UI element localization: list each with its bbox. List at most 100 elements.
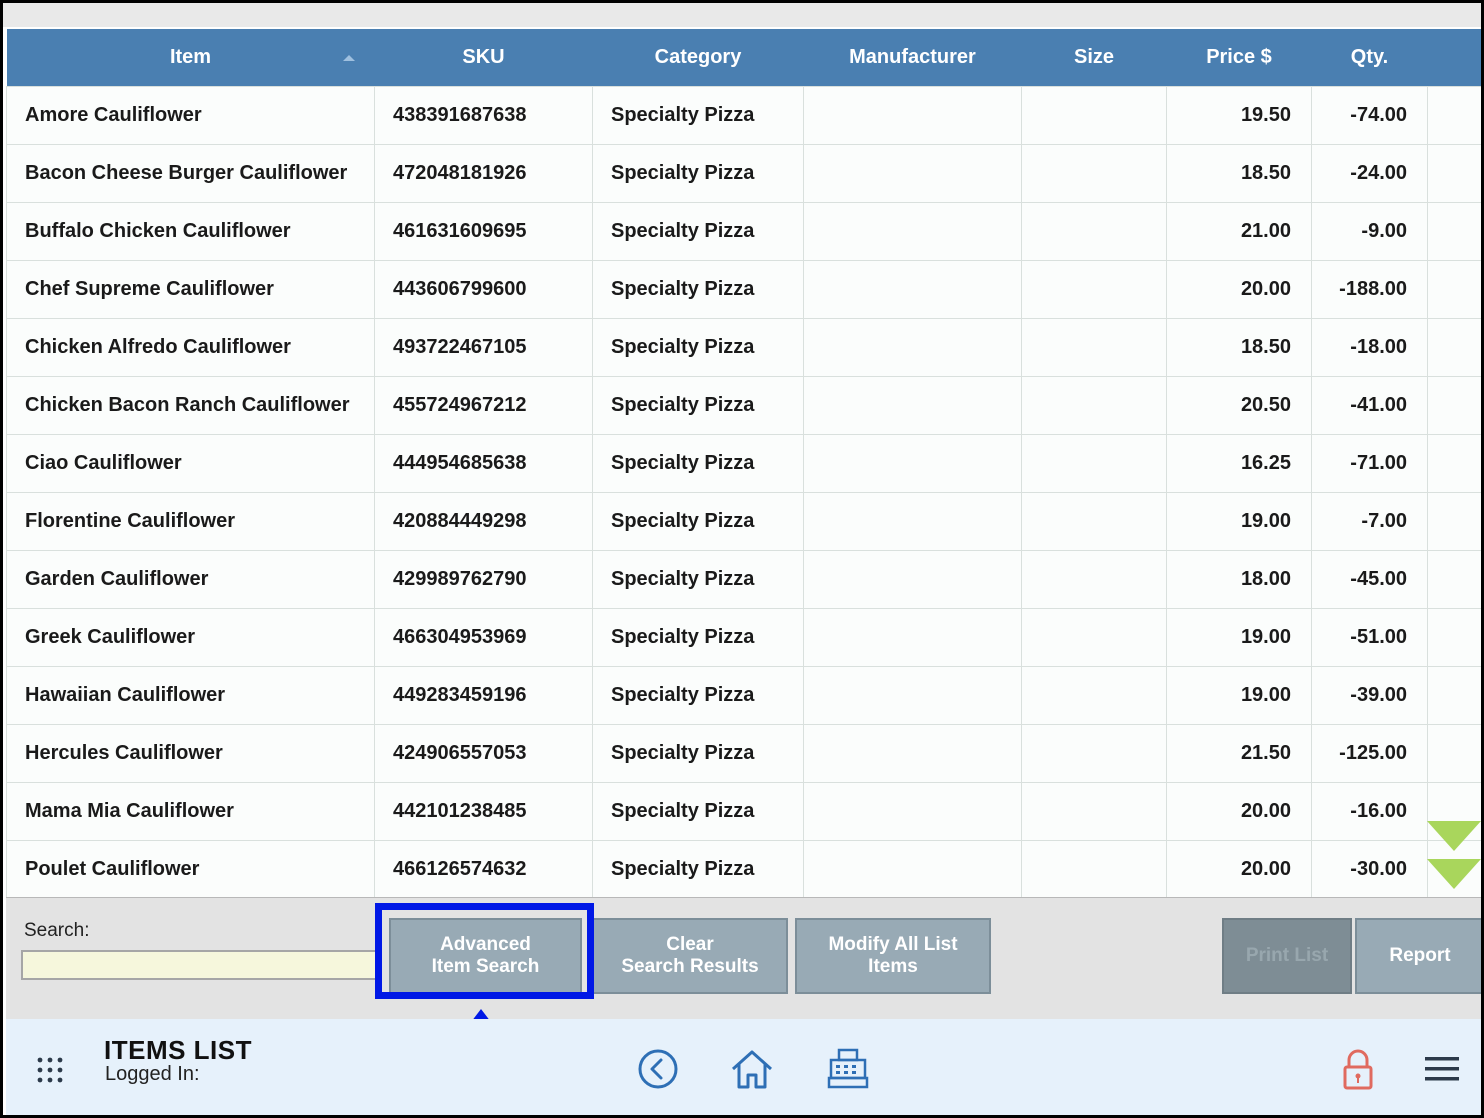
cell-item: Chicken Alfredo Cauliflower [6, 317, 375, 377]
cell-size [1021, 839, 1167, 899]
button-label: Report [1389, 945, 1451, 966]
cell-price: 18.50 [1166, 317, 1312, 377]
cell-item: Poulet Cauliflower [6, 839, 375, 899]
page-title: ITEMS LIST [104, 1035, 252, 1065]
cell-item: Greek Cauliflower [6, 607, 375, 667]
cell-sku: 455724967212 [374, 375, 593, 435]
column-header-price[interactable]: Price $ [1166, 29, 1312, 86]
table-row[interactable]: Garden Cauliflower 429989762790 Specialty … [6, 549, 1481, 609]
cell-price: 19.00 [1166, 665, 1312, 725]
cell-sku: 424906557053 [374, 723, 593, 783]
cell-qty: -16.00 [1311, 781, 1428, 841]
cell-spacer [1427, 201, 1481, 261]
cell-spacer [1427, 723, 1481, 783]
cell-qty: -188.00 [1311, 259, 1428, 319]
column-header-label: Item [169, 45, 212, 68]
cell-sku: 461631609695 [374, 201, 593, 261]
table-row[interactable]: Greek Cauliflower 466304953969 Specialty P… [6, 607, 1481, 667]
cell-category: Specialty Pizza [592, 491, 804, 551]
cell-price: 19.00 [1166, 607, 1312, 667]
cell-sku: 438391687638 [374, 85, 593, 145]
table-row[interactable]: Ciao Cauliflower 444954685638 Specialty Pi… [6, 433, 1481, 493]
button-label: Clear [666, 934, 714, 955]
search-input[interactable] [21, 950, 381, 980]
cell-sku: 466126574632 [374, 839, 593, 899]
report-button[interactable]: Report [1355, 918, 1481, 994]
table-row[interactable]: Mama Mia Cauliflower 442101238485 Specialt… [6, 781, 1481, 841]
cell-price: 18.00 [1166, 549, 1312, 609]
cell-size [1021, 143, 1167, 203]
column-header-sku[interactable]: SKU [374, 29, 593, 86]
cell-manufacturer [803, 375, 1022, 435]
cell-price: 16.25 [1166, 433, 1312, 493]
cell-price: 21.00 [1166, 201, 1312, 261]
advanced-item-search-button[interactable]: Advanced Item Search [389, 918, 582, 994]
table-row[interactable]: Hawaiian Cauliflower 449283459196 Specialt… [6, 665, 1481, 725]
column-header-qty[interactable]: Qty. [1311, 29, 1428, 86]
clear-search-results-button[interactable]: Clear Search Results [592, 918, 788, 994]
table-row[interactable]: Florentine Cauliflower 420884449298 Specia… [6, 491, 1481, 551]
cell-sku: 472048181926 [374, 143, 593, 203]
cell-category: Specialty Pizza [592, 143, 804, 203]
cell-manufacturer [803, 85, 1022, 145]
scroll-down-icon[interactable] [1427, 821, 1481, 893]
cell-category: Specialty Pizza [592, 723, 804, 783]
table-row[interactable]: Chicken Bacon Ranch Cauliflower 455724967… [6, 375, 1481, 435]
cell-item: Ciao Cauliflower [6, 433, 375, 493]
table-row[interactable]: Chef Supreme Cauliflower 443606799600 Spec… [6, 259, 1481, 319]
cell-sku: 442101238485 [374, 781, 593, 841]
app-window: Item SKU Category Manufacturer Size Pric… [0, 0, 1484, 1118]
button-label: Print List [1245, 945, 1329, 966]
table-row[interactable]: Chicken Alfredo Cauliflower 493722467105 S… [6, 317, 1481, 377]
cell-category: Specialty Pizza [592, 433, 804, 493]
cell-category: Specialty Pizza [592, 665, 804, 725]
cell-manufacturer [803, 201, 1022, 261]
column-header-spacer [1427, 29, 1481, 86]
cell-category: Specialty Pizza [592, 781, 804, 841]
cell-item: Garden Cauliflower [6, 549, 375, 609]
column-header-category[interactable]: Category [592, 29, 804, 86]
cell-item: Florentine Cauliflower [6, 491, 375, 551]
hamburger-menu-icon[interactable] [1420, 1047, 1464, 1091]
modify-all-list-items-button[interactable]: Modify All List Items [795, 918, 991, 994]
table-row[interactable]: Hercules Cauliflower 424906557053 Specialt… [6, 723, 1481, 783]
cell-size [1021, 607, 1167, 667]
cell-manufacturer [803, 491, 1022, 551]
cell-size [1021, 317, 1167, 377]
column-header-size[interactable]: Size [1021, 29, 1167, 86]
button-label: Modify All List [828, 934, 958, 955]
lock-icon[interactable] [1336, 1047, 1380, 1091]
cell-price: 20.00 [1166, 839, 1312, 899]
cell-manufacturer [803, 665, 1022, 725]
cell-qty: -18.00 [1311, 317, 1428, 377]
cell-manufacturer [803, 607, 1022, 667]
top-strip [3, 3, 1481, 27]
cell-qty: -74.00 [1311, 85, 1428, 145]
cell-category: Specialty Pizza [592, 201, 804, 261]
items-table: Item SKU Category Manufacturer Size Pric… [6, 29, 1481, 899]
cell-manufacturer [803, 143, 1022, 203]
cell-manufacturer [803, 317, 1022, 377]
print-list-button[interactable]: Print List [1222, 918, 1352, 994]
column-header-item[interactable]: Item [6, 29, 375, 86]
cell-price: 20.50 [1166, 375, 1312, 435]
table-row[interactable]: Amore Cauliflower 438391687638 Specialty P… [6, 85, 1481, 145]
column-header-manufacturer[interactable]: Manufacturer [803, 29, 1022, 86]
table-row[interactable]: Poulet Cauliflower 466126574632 Specialty … [6, 839, 1481, 899]
table-row[interactable]: Bacon Cheese Burger Cauliflower 472048181… [6, 143, 1481, 203]
cell-spacer [1427, 85, 1481, 145]
cell-sku: 429989762790 [374, 549, 593, 609]
cell-sku: 466304953969 [374, 607, 593, 667]
register-icon[interactable] [826, 1047, 870, 1091]
cell-sku: 443606799600 [374, 259, 593, 319]
footer-bar: ITEMS LIST Logged In: [6, 1019, 1481, 1115]
grid-menu-icon[interactable] [36, 1056, 64, 1084]
cell-category: Specialty Pizza [592, 85, 804, 145]
table-row[interactable]: Buffalo Chicken Cauliflower 461631609695 S… [6, 201, 1481, 261]
cell-price: 20.00 [1166, 781, 1312, 841]
cell-item: Chef Supreme Cauliflower [6, 259, 375, 319]
back-icon[interactable] [636, 1047, 680, 1091]
home-icon[interactable] [730, 1047, 774, 1091]
button-label: Items [868, 956, 918, 977]
cell-price: 21.50 [1166, 723, 1312, 783]
